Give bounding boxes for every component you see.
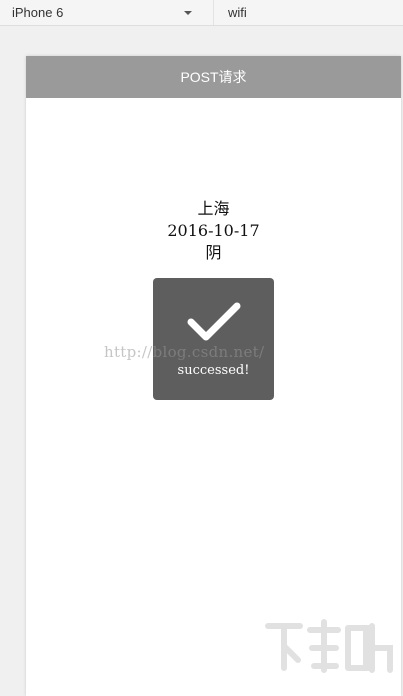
checkmark-icon [187,302,241,341]
network-select-value: wifi [228,5,247,20]
success-toast: successed! [153,278,274,400]
navigation-bar: POST请求 [26,56,401,98]
devtools-toolbar: iPhone 6 wifi [0,0,403,26]
weather-info: 上海 2016-10-17 阴 [26,198,401,264]
toast-message: successed! [177,363,250,378]
date-label: 2016-10-17 [167,221,260,240]
device-select-value: iPhone 6 [12,5,64,20]
chevron-down-icon [184,11,192,15]
network-select[interactable]: wifi [213,0,403,25]
page-title: POST请求 [180,69,247,85]
weather-label: 阴 [205,243,222,262]
city-label: 上海 [197,199,230,218]
url-watermark: http://blog.csdn.net/ [104,343,265,361]
device-select[interactable]: iPhone 6 [0,0,210,25]
site-logo-watermark [265,619,393,673]
phone-viewport: POST请求 上海 2016-10-17 阴 successed! [26,56,401,696]
